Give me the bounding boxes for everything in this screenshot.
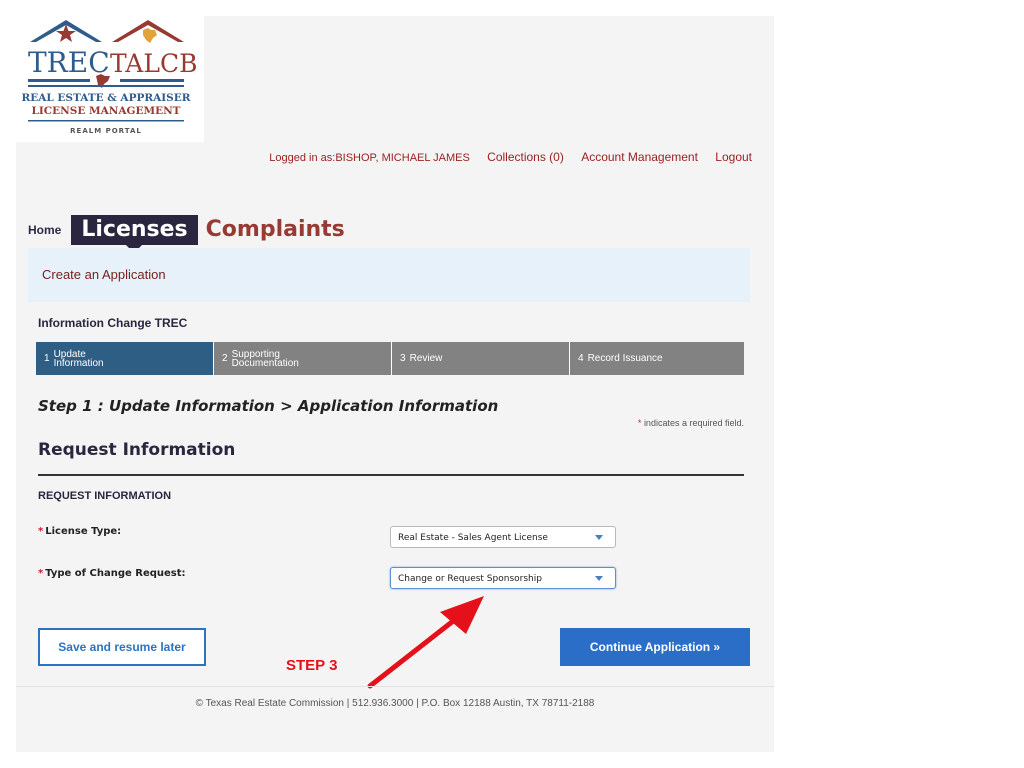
svg-text:REALM PORTAL: REALM PORTAL — [70, 127, 142, 135]
collections-link[interactable]: Collections (0) — [487, 150, 564, 164]
svg-text:TREC: TREC — [28, 46, 110, 79]
required-star: * — [38, 568, 44, 579]
footer-text: © Texas Real Estate Commission | 512.936… — [195, 698, 595, 709]
step-supporting-documentation: 2 Supporting Documentation — [214, 342, 392, 375]
required-note-text: indicates a required field. — [643, 418, 744, 428]
step-update-information: 1 Update Information — [36, 342, 214, 375]
footer-divider — [16, 686, 774, 687]
breadcrumb-create-application[interactable]: Create an Application — [42, 267, 166, 282]
save-and-resume-button[interactable]: Save and resume later — [38, 628, 206, 666]
section-title: Request Information — [38, 440, 236, 460]
subsection-title: REQUEST INFORMATION — [38, 490, 172, 502]
breadcrumb: Create an Application — [28, 248, 750, 302]
page: TREC TALCB REAL ESTATE & APPRAISER LICEN… — [16, 16, 774, 752]
continue-application-button[interactable]: Continue Application » — [560, 628, 750, 666]
nav-home[interactable]: Home — [28, 223, 61, 245]
application-title: Information Change TREC — [38, 316, 188, 330]
license-type-label: * License Type: — [38, 526, 122, 537]
chevron-down-icon — [595, 576, 603, 581]
svg-text:LICENSE MANAGEMENT: LICENSE MANAGEMENT — [31, 105, 180, 117]
change-request-type-value: Change or Request Sponsorship — [398, 574, 542, 584]
svg-text:REAL ESTATE & APPRAISER: REAL ESTATE & APPRAISER — [22, 92, 191, 104]
main-nav: Home Licenses Complaints — [28, 211, 345, 253]
top-utility-nav: Logged in as:BISHOP, MICHAEL JAMES Colle… — [269, 150, 752, 164]
required-star: * — [637, 418, 642, 428]
step-3-annotation: STEP 3 — [286, 657, 338, 674]
step-review: 3 Review — [392, 342, 570, 375]
license-type-select[interactable]: Real Estate - Sales Agent License — [390, 526, 616, 548]
change-request-type-select[interactable]: Change or Request Sponsorship — [390, 567, 616, 589]
step-label: Review — [409, 353, 443, 364]
step-number: 4 — [578, 353, 584, 364]
change-request-type-label: * Type of Change Request: — [38, 568, 186, 579]
step-label: Record Issuance — [587, 353, 663, 364]
chevron-down-icon — [595, 535, 603, 540]
step-heading: Step 1 : Update Information > Applicatio… — [38, 397, 499, 415]
required-field-note: * indicates a required field. — [638, 418, 744, 428]
nav-complaints[interactable]: Complaints — [206, 217, 345, 245]
step-label: Supporting Documentation — [231, 348, 299, 369]
step-number: 3 — [400, 353, 406, 364]
progress-steps: 1 Update Information 2 Supporting Document… — [36, 342, 744, 375]
svg-text:TALCB: TALCB — [110, 49, 197, 78]
step-number: 2 — [222, 353, 228, 364]
logout-link[interactable]: Logout — [715, 150, 752, 164]
account-management-link[interactable]: Account Management — [581, 150, 698, 164]
nav-licenses[interactable]: Licenses — [71, 215, 198, 253]
license-type-value: Real Estate - Sales Agent License — [398, 533, 548, 543]
step-label: Update Information — [53, 348, 104, 369]
logged-in-user: Logged in as:BISHOP, MICHAEL JAMES — [269, 152, 470, 164]
realm-portal-logo[interactable]: TREC TALCB REAL ESTATE & APPRAISER LICEN… — [16, 16, 204, 142]
required-star: * — [38, 526, 44, 537]
logo-graphic: TREC TALCB REAL ESTATE & APPRAISER LICEN… — [16, 16, 204, 142]
step-number: 1 — [44, 353, 50, 364]
section-divider — [38, 474, 744, 476]
red-arrow-icon — [367, 596, 484, 689]
step-record-issuance: 4 Record Issuance — [570, 342, 744, 375]
